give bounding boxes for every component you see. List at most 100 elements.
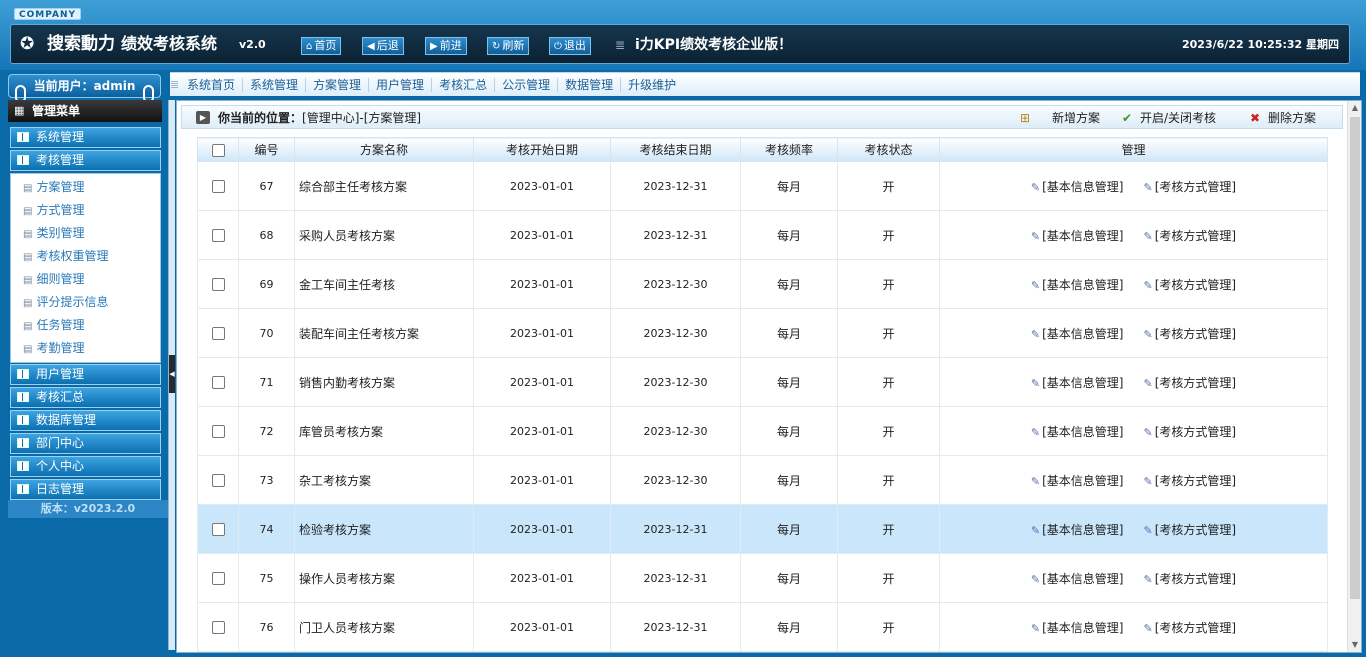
sidebar-item-score-hint[interactable]: ▤ 评分提示信息 [23,294,108,312]
sidebar-group-summary[interactable]: 考核汇总 [10,387,161,408]
main-content: ▶ 你当前的位置：[管理中心]-[方案管理] ⊞ 新增方案 ✔ 开启/关闭考核 ✖ 删… [176,100,1362,653]
row-frequency: 每月 [740,455,838,505]
basic-info-link[interactable]: ✎ [基本信息管理] [1031,276,1124,293]
basic-info-link[interactable]: ✎ [基本信息管理] [1031,472,1124,489]
select-all-checkbox[interactable] [211,143,225,157]
assessment-method-link[interactable]: ✎ [考核方式管理] [1144,374,1237,391]
sidebar-item-weight[interactable]: ▤ 考核权重管理 [23,248,108,266]
basic-info-link[interactable]: ✎ [基本信息管理] [1031,178,1124,195]
assessment-method-link[interactable]: ✎ [考核方式管理] [1144,423,1237,440]
row-checkbox[interactable] [211,424,225,438]
current-user: 当前用户：admin [8,74,161,103]
sidebar-item-task[interactable]: ▤ 任务管理 [23,317,84,335]
sidebar-item-method[interactable]: ▤ 方式管理 [23,202,84,220]
assessment-method-link[interactable]: ✎ [考核方式管理] [1144,619,1237,636]
row-checkbox[interactable] [211,522,225,536]
forward-button[interactable]: ▶ 前进 [425,37,467,55]
sidebar-item-scheme[interactable]: ▤ 方案管理 [23,179,84,197]
home-button[interactable]: ⌂ 首页 [301,37,342,55]
row-id: 67 [238,161,295,211]
table-row[interactable]: 73 杂工考核方案 2023-01-01 2023-12-30 每月开 ✎ [基本信息管理]… [197,455,1328,505]
table-row[interactable]: 72 库管员考核方案 2023-01-01 2023-12-30 每月开 ✎ [基本信息管理… [197,406,1328,456]
brand-logo-text: 搜索動力 [47,34,115,54]
sidebar-group-assessment[interactable]: 考核管理 [10,150,161,171]
table-row[interactable]: 71 销售内勤考核方案 2023-01-01 2023-12-30 每月开 ✎ [基本信息管… [197,357,1328,407]
row-status: 开 [837,357,940,407]
table-row[interactable]: 76 门卫人员考核方案 2023-01-01 2023-12-31 每月开 ✎ [基本信息管… [197,602,1328,652]
row-status: 开 [837,308,940,358]
menu-lines-icon: ≣ [615,38,626,52]
main-menu-item-publicity[interactable]: 公示管理 [495,78,559,92]
basic-info-link[interactable]: ✎ [基本信息管理] [1031,423,1124,440]
row-checkbox[interactable] [211,620,225,634]
sidebar-group-database[interactable]: 数据库管理 [10,410,161,431]
sidebar-splitter[interactable]: ◀ [168,100,175,650]
main-menu-item-summary[interactable]: 考核汇总 [432,78,496,92]
logout-button[interactable]: ⏻ 退出 [549,37,591,55]
version-label: 版本：v2023.2.0 [8,500,168,518]
basic-info-link[interactable]: ✎ [基本信息管理] [1031,374,1124,391]
table-row[interactable]: 68 采购人员考核方案 2023-01-01 2023-12-31 每月开 ✎ [基本信息管… [197,210,1328,260]
assessment-method-link[interactable]: ✎ [考核方式管理] [1144,570,1237,587]
sidebar-group-department[interactable]: 部门中心 [10,433,161,454]
vertical-scrollbar[interactable]: ▲ ▼ [1347,101,1361,652]
basic-info-link[interactable]: ✎ [基本信息管理] [1031,619,1124,636]
sidebar-item-attendance[interactable]: ▤ 考勤管理 [23,340,84,358]
col-manage-header: 管理 [939,137,1328,162]
row-checkbox[interactable] [211,375,225,389]
table-row[interactable]: 75 操作人员考核方案 2023-01-01 2023-12-31 每月开 ✎ [基本信息管… [197,553,1328,603]
toggle-assessment-button[interactable]: ✔ 开启/关闭考核 [1122,110,1216,126]
assessment-method-link[interactable]: ✎ [考核方式管理] [1144,227,1237,244]
main-menu-item-scheme[interactable]: 方案管理 [306,78,370,92]
row-status: 开 [837,210,940,260]
page-icon: ▤ [23,229,33,240]
row-checkbox[interactable] [211,326,225,340]
assessment-method-link[interactable]: ✎ [考核方式管理] [1144,178,1237,195]
row-checkbox[interactable] [211,571,225,585]
refresh-button[interactable]: ↻ 刷新 [487,37,530,55]
table-row[interactable]: 69 金工车间主任考核 2023-01-01 2023-12-30 每月开 ✎ [基本信息管… [197,259,1328,309]
row-checkbox[interactable] [211,277,225,291]
delete-scheme-button[interactable]: ✖ 删除方案 [1250,110,1316,126]
assessment-method-link[interactable]: ✎ [考核方式管理] [1144,276,1237,293]
back-button[interactable]: ◀ 后退 [362,37,404,55]
main-menu-item-data[interactable]: 数据管理 [558,78,622,92]
main-menu-item-users[interactable]: 用户管理 [369,78,433,92]
sidebar-group-users[interactable]: 用户管理 [10,364,161,385]
scrollbar-thumb[interactable] [1350,117,1360,599]
basic-info-link[interactable]: ✎ [基本信息管理] [1031,325,1124,342]
sidebar-item-category[interactable]: ▤ 类别管理 [23,225,84,243]
table-header-row: 编号 方案名称 考核开始日期 考核结束日期 考核频率 考核状态 管理 [197,137,1328,162]
main-menu-item-home[interactable]: 系统首页 [180,78,244,92]
sidebar-item-rules[interactable]: ▤ 细则管理 [23,271,84,289]
row-name: 金工车间主任考核 [294,259,474,309]
sidebar-group-logs[interactable]: 日志管理 [10,479,161,500]
home-icon: ⌂ [306,41,313,52]
row-checkbox[interactable] [211,473,225,487]
row-name: 门卫人员考核方案 [294,602,474,652]
basic-info-link[interactable]: ✎ [基本信息管理] [1031,570,1124,587]
sidebar-group-system[interactable]: 系统管理 [10,127,161,148]
table-row[interactable]: 74 检验考核方案 2023-01-01 2023-12-31 每月开 ✎ [基本信息管理]… [197,504,1328,554]
add-scheme-button[interactable]: ⊞ 新增方案 [1020,110,1100,126]
row-checkbox[interactable] [211,179,225,193]
select-all-cell [197,137,239,162]
sidebar-group-personal[interactable]: 个人中心 [10,456,161,477]
system-title: 绩效考核系统 [121,34,218,53]
main-menu-item-system[interactable]: 系统管理 [243,78,307,92]
basic-info-link[interactable]: ✎ [基本信息管理] [1031,521,1124,538]
assessment-method-link[interactable]: ✎ [考核方式管理] [1144,472,1237,489]
basic-info-link[interactable]: ✎ [基本信息管理] [1031,227,1124,244]
main-menu-item-upgrade[interactable]: 升级维护 [621,78,683,92]
col-id-header: 编号 [238,137,295,162]
scroll-up-icon[interactable]: ▲ [1348,101,1362,115]
pencil-icon: ✎ [1143,376,1153,390]
table-row[interactable]: 70 装配车间主任考核方案 2023-01-01 2023-12-30 每月开 ✎ [基本信… [197,308,1328,358]
assessment-method-link[interactable]: ✎ [考核方式管理] [1144,521,1237,538]
scheme-table: 编号 方案名称 考核开始日期 考核结束日期 考核频率 考核状态 管理 67 综合部… [197,137,1328,652]
assessment-method-link[interactable]: ✎ [考核方式管理] [1144,325,1237,342]
scroll-down-icon[interactable]: ▼ [1348,638,1362,652]
row-checkbox[interactable] [211,228,225,242]
table-row[interactable]: 67 综合部主任考核方案 2023-01-01 2023-12-31 每月开 ✎ [基本信息… [197,161,1328,211]
collapse-handle-icon[interactable]: ◀ [169,355,175,393]
